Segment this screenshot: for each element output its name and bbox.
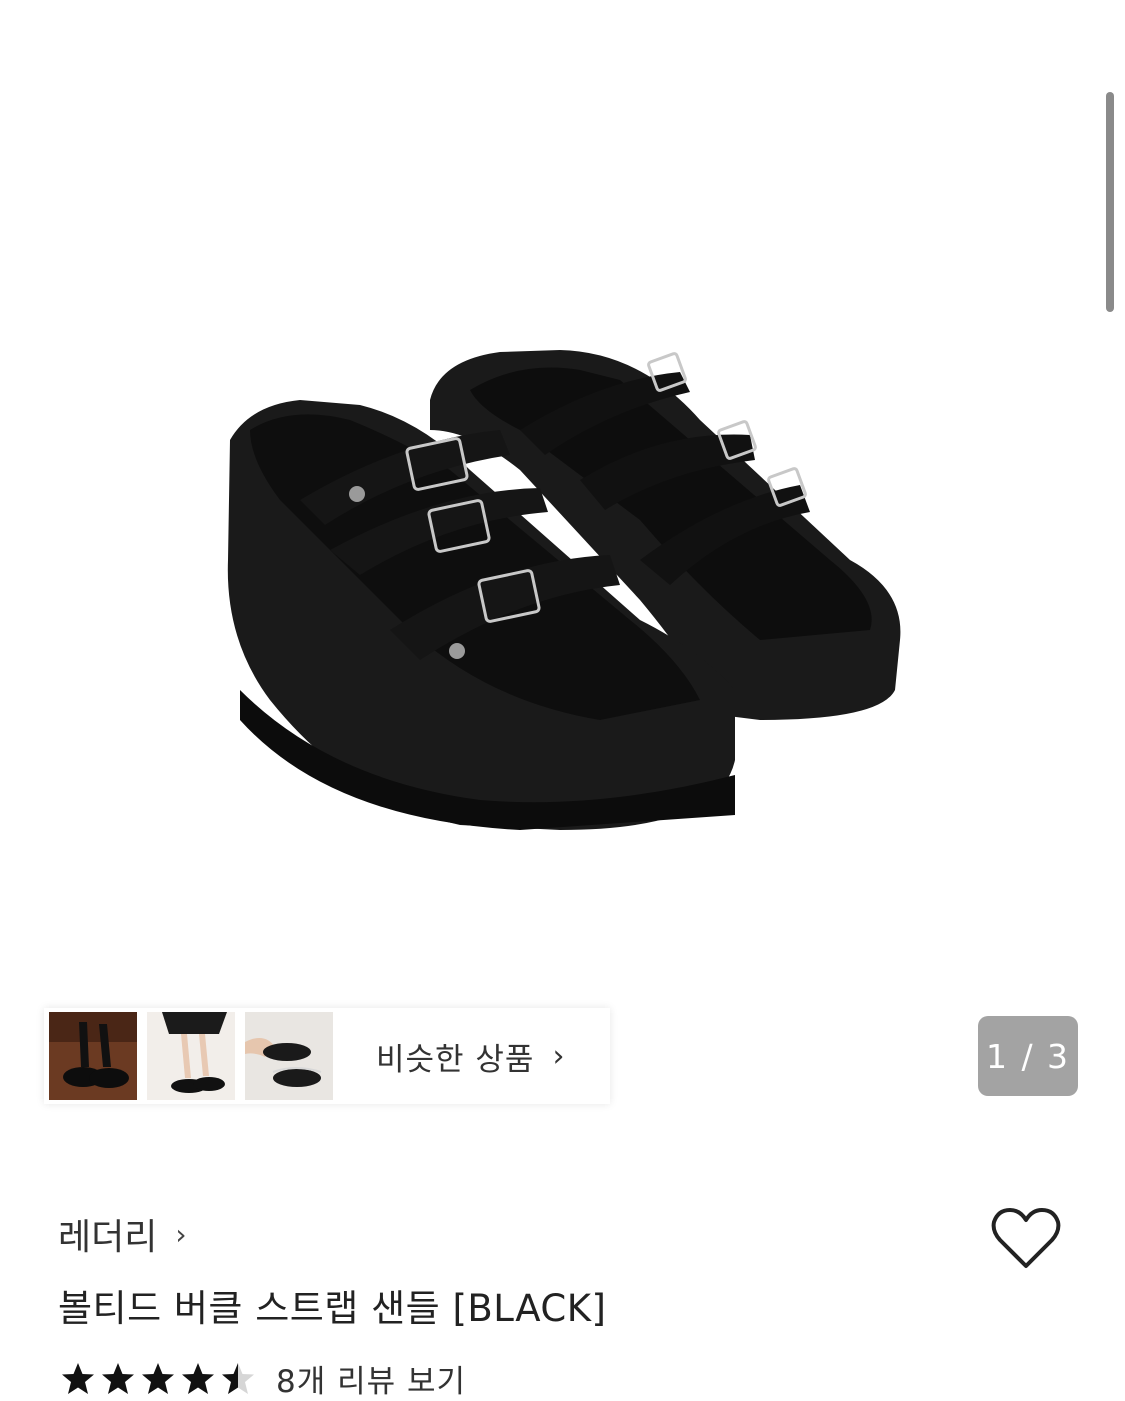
product-title: 볼티드 버클 스트랩 샌들 [BLACK] bbox=[58, 1287, 607, 1330]
similar-products-label: 비슷한 상품 bbox=[376, 1041, 535, 1078]
rating-row[interactable]: 8개 리뷰 보기 bbox=[60, 1356, 466, 1401]
chevron-right-icon: › bbox=[175, 1217, 187, 1251]
brand-name: 레더리 bbox=[58, 1217, 158, 1258]
star-half-icon bbox=[222, 1362, 254, 1394]
star-icon bbox=[62, 1362, 94, 1394]
sandal-image bbox=[227, 350, 901, 830]
brand-link[interactable]: 레더리 › bbox=[58, 1208, 187, 1260]
star-icon bbox=[102, 1362, 134, 1394]
review-link[interactable]: 8개 리뷰 보기 bbox=[276, 1356, 466, 1401]
similar-products-button[interactable]: 비슷한 상품 › bbox=[338, 1008, 606, 1104]
product-main-image[interactable] bbox=[0, 0, 1125, 1000]
thumbnail-strip: 비슷한 상품 › bbox=[44, 1008, 610, 1104]
star-icon bbox=[142, 1362, 174, 1394]
image-counter-text: 1 / 3 bbox=[985, 1036, 1071, 1076]
image-counter: 1 / 3 bbox=[978, 1016, 1078, 1096]
scrollbar-thumb[interactable] bbox=[1106, 92, 1114, 312]
thumbnail-1[interactable] bbox=[49, 1012, 137, 1100]
star-icon bbox=[182, 1362, 214, 1394]
thumbnail-3[interactable] bbox=[245, 1012, 333, 1100]
heart-outline-icon[interactable] bbox=[990, 1206, 1062, 1272]
chevron-right-icon: › bbox=[552, 1038, 566, 1074]
thumbnail-2[interactable] bbox=[147, 1012, 235, 1100]
